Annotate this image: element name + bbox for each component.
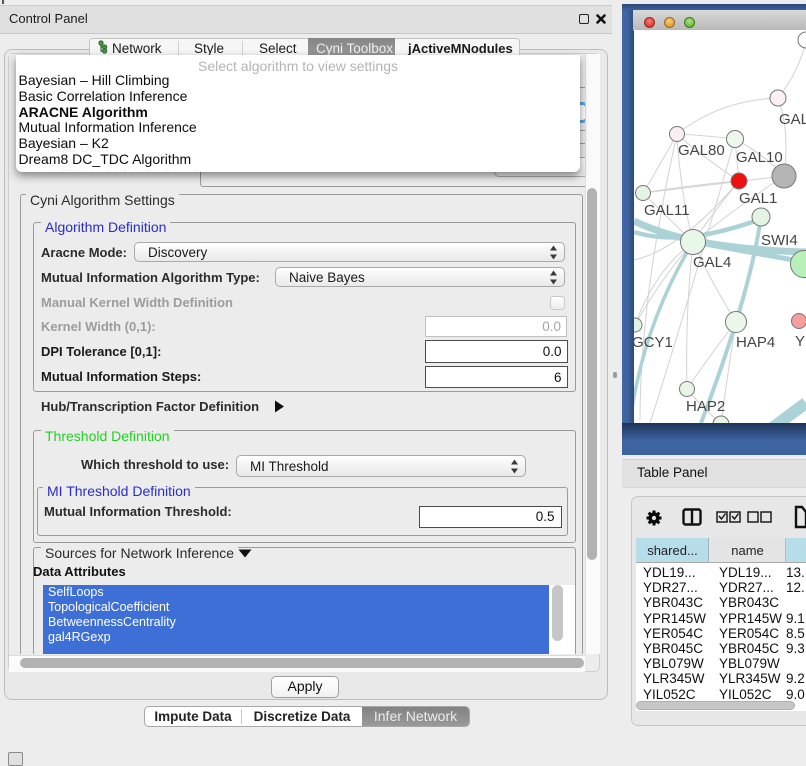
svg-text:GAL1: GAL1 <box>739 190 777 207</box>
svg-text:GAL7: GAL7 <box>779 111 806 128</box>
svg-text:YE: YE <box>795 333 806 350</box>
svg-text:GCY1: GCY1 <box>634 334 673 351</box>
svg-text:GAL4: GAL4 <box>693 254 731 271</box>
svg-text:HAP4: HAP4 <box>736 334 775 351</box>
svg-text:GAL80: GAL80 <box>678 142 725 159</box>
svg-text:HAP2: HAP2 <box>686 398 725 415</box>
svg-text:SWI4: SWI4 <box>761 232 798 249</box>
svg-text:GAL11: GAL11 <box>644 202 690 219</box>
svg-text:GAL10: GAL10 <box>736 149 783 166</box>
